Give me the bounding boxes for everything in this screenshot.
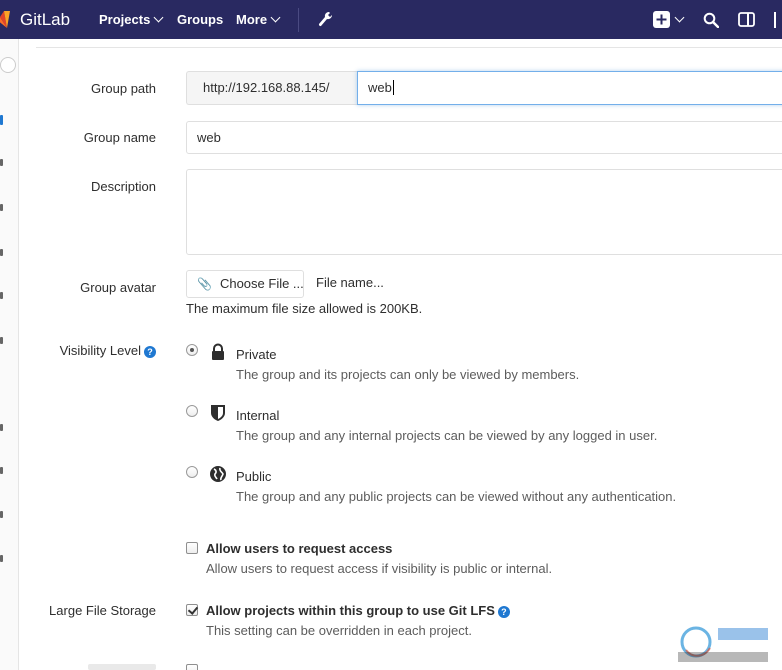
- description-textarea[interactable]: [186, 169, 782, 255]
- nav-more-label: More: [236, 12, 268, 27]
- plus-square-icon: [653, 11, 670, 28]
- nav-groups-link[interactable]: Groups: [177, 0, 223, 39]
- shield-icon: [211, 405, 225, 421]
- sidebar-item-icon[interactable]: [0, 204, 3, 211]
- visibility-private-radio[interactable]: [186, 344, 198, 356]
- chevron-down-icon: [270, 12, 281, 23]
- sidebar-toggle-button[interactable]: [738, 0, 755, 39]
- visibility-public-title: Public: [236, 469, 272, 484]
- lfs-title-text: Allow projects within this group to use …: [206, 603, 495, 618]
- avatar-size-hint: The maximum file size allowed is 200KB.: [186, 301, 423, 316]
- top-navbar: GitLab Projects Groups More: [0, 0, 782, 39]
- request-access-title: Allow users to request access: [206, 541, 393, 556]
- sidebar-panel-icon: [738, 12, 755, 27]
- group-path-label: Group path: [90, 81, 156, 96]
- description-label: Description: [90, 179, 156, 194]
- choose-file-button[interactable]: 📎 Choose File ...: [186, 270, 304, 298]
- lfs-checkbox[interactable]: [186, 604, 198, 616]
- globe-icon: [210, 466, 226, 482]
- gitlab-logo-icon: [0, 10, 10, 28]
- visibility-level-text: Visibility Level: [59, 343, 141, 358]
- visibility-internal-radio[interactable]: [186, 405, 198, 417]
- sidebar-item-icon[interactable]: [0, 292, 3, 299]
- nav-projects-dropdown[interactable]: Projects: [99, 0, 164, 39]
- form-divider: [36, 47, 782, 48]
- sidebar-item-icon[interactable]: [0, 555, 3, 562]
- two-factor-checkbox[interactable]: [186, 664, 198, 670]
- request-access-checkbox[interactable]: [186, 542, 198, 554]
- sidebar-item-icon[interactable]: [0, 249, 3, 256]
- file-name-text: File name...: [316, 275, 384, 290]
- new-item-dropdown[interactable]: [653, 0, 685, 39]
- visibility-public-desc: The group and any public projects can be…: [236, 489, 677, 504]
- user-menu-partial[interactable]: [774, 0, 782, 39]
- sidebar-item-icon[interactable]: [0, 511, 3, 518]
- chevron-down-icon: [674, 12, 685, 23]
- search-button[interactable]: [703, 0, 719, 39]
- question-circle-icon[interactable]: ?: [144, 346, 156, 358]
- group-name-input[interactable]: web: [186, 121, 782, 154]
- lfs-title: Allow projects within this group to use …: [206, 603, 510, 618]
- watermark-logo: [678, 626, 768, 662]
- choose-file-label: Choose File ...: [219, 276, 304, 291]
- visibility-private-desc: The group and its projects can only be v…: [236, 367, 580, 382]
- left-sidebar-rail: [0, 39, 19, 670]
- visibility-public-radio[interactable]: [186, 466, 198, 478]
- group-name-label: Group name: [83, 130, 156, 145]
- gitlab-home-link[interactable]: GitLab: [0, 0, 70, 39]
- sidebar-item-icon[interactable]: [0, 159, 3, 166]
- group-path-prefix: http://192.168.88.145/: [186, 71, 358, 105]
- visibility-internal-title: Internal: [236, 408, 280, 423]
- text-caret: [392, 80, 394, 95]
- visibility-internal-desc: The group and any internal projects can …: [236, 428, 658, 443]
- group-path-value: web: [368, 80, 392, 95]
- lfs-label: Large File Storage: [49, 603, 156, 618]
- sidebar-item-icon[interactable]: [0, 115, 3, 125]
- admin-area-link[interactable]: [318, 0, 334, 39]
- request-access-desc: Allow users to request access if visibil…: [206, 561, 553, 576]
- nav-divider: [298, 8, 299, 32]
- nav-groups-label: Groups: [177, 12, 224, 27]
- search-icon: [703, 12, 719, 28]
- visibility-private-title: Private: [236, 347, 277, 362]
- sidebar-item-icon[interactable]: [0, 424, 3, 431]
- lock-icon: [212, 343, 224, 360]
- lfs-desc: This setting can be overridden in each p…: [206, 623, 472, 638]
- visibility-level-label: Visibility Level?: [60, 343, 156, 358]
- next-row-label-partial: [88, 664, 156, 670]
- group-avatar-label: Group avatar: [80, 280, 156, 295]
- sidebar-collapse-icon[interactable]: [0, 57, 16, 73]
- sidebar-item-icon[interactable]: [0, 467, 3, 474]
- nav-more-dropdown[interactable]: More: [236, 0, 281, 39]
- chevron-down-icon: [153, 12, 164, 23]
- sidebar-item-icon[interactable]: [0, 337, 3, 344]
- brand-name: GitLab: [20, 9, 71, 29]
- group-path-input[interactable]: web: [357, 71, 782, 105]
- question-circle-icon[interactable]: ?: [497, 606, 510, 618]
- wrench-icon: [318, 11, 333, 26]
- paperclip-icon: 📎: [197, 277, 212, 291]
- nav-projects-label: Projects: [99, 12, 151, 27]
